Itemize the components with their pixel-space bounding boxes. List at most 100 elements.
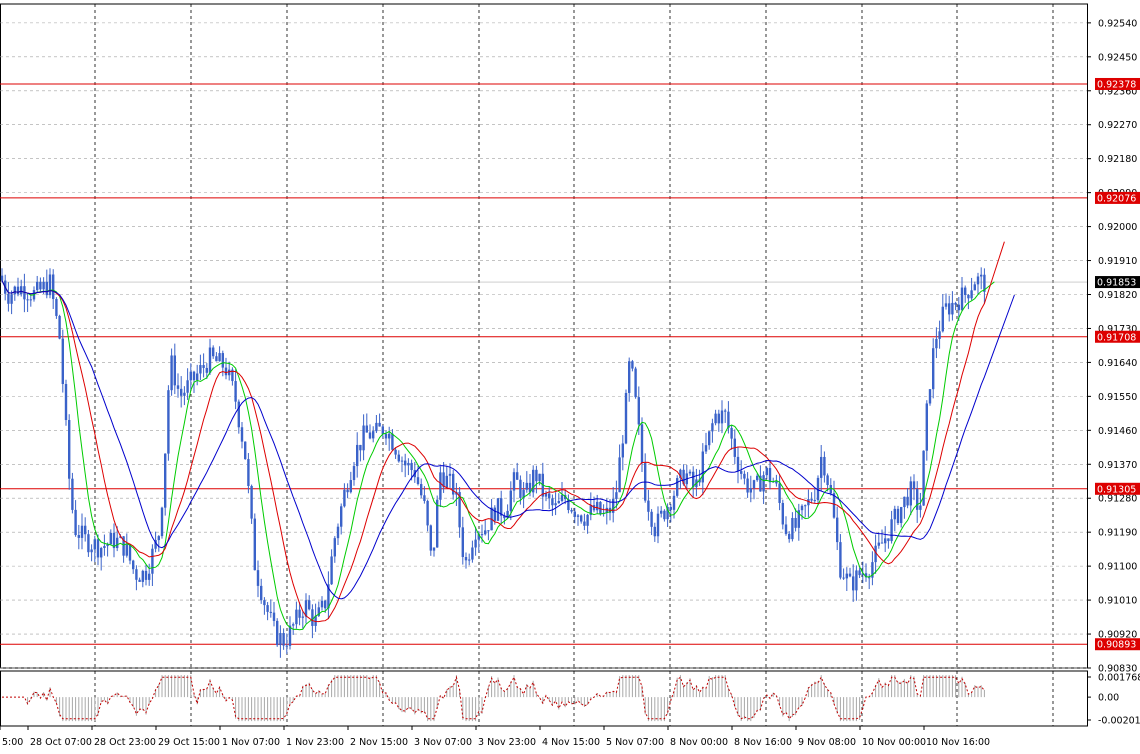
candle-body [87,534,90,553]
price-tick-label: 0.91370 [1098,460,1137,471]
candle-body [634,368,637,398]
osc-tick-label: 0.001768 [1098,673,1140,684]
candle-body [320,600,324,608]
candle-body [448,473,452,476]
candle-body [951,302,954,315]
candle-body [464,557,468,561]
time-tick-label: 5 Nov 07:00 [606,737,664,748]
candle-body [308,600,311,610]
candle-body [474,539,477,548]
price-tick-label: 0.91640 [1098,358,1137,369]
vertical-grid [94,4,1054,726]
price-tick-label: 0.91280 [1098,494,1137,505]
candle-body [618,457,621,493]
candle-body [752,480,756,489]
candle-body [439,472,442,500]
price-tick-label: 0.91190 [1098,528,1137,539]
candle-body [868,577,871,579]
time-tick-label: 10 Nov 00:00 [862,737,926,748]
candle-body [701,451,704,483]
candle-body [916,488,919,510]
candle-body [964,287,967,295]
candle-body [410,462,413,471]
candle-body [436,499,439,548]
candle-body [135,569,138,580]
price-chart[interactable]: 0.925400.924500.923600.922700.921800.920… [0,0,1140,754]
candle-body [967,294,970,299]
candle-body [58,315,61,339]
candle-body [416,477,420,485]
candle-body [810,499,813,501]
candle-body [170,355,173,391]
candle-body [260,585,263,601]
candle-body [244,441,247,460]
candle-body [52,274,55,299]
candle-body [631,361,634,369]
candle-body [970,290,973,299]
time-tick-label: 28 Oct 07:00 [30,737,92,748]
candle-body [573,511,576,517]
candle-body [557,501,560,504]
level-label: 0.90893 [1097,640,1136,651]
candle-body [708,431,711,446]
time-tick-label: 3 Nov 23:00 [478,737,536,748]
candle-body [740,471,743,474]
candle-body [919,505,922,510]
candle-body [378,422,381,427]
candle-body [896,508,900,524]
candle-body [186,380,189,393]
candle-body [612,499,615,513]
chart-window: 0.92540 0.92450 0.92360 0.92270 0.92180 0.920… [0,0,1140,754]
candle-body [624,392,628,444]
candle-body [848,573,852,577]
candle-body [218,353,221,362]
price-tick-label: 0.91010 [1098,596,1137,607]
candle-body [148,573,151,580]
candle-body [84,525,87,535]
candle-body [663,510,666,520]
candle-body [336,526,340,539]
candle-body [570,510,573,512]
candle-body [391,433,394,450]
candle-body [516,472,519,480]
time-tick-label: 28 Oct 23:00 [94,737,156,748]
candle-body [583,521,586,526]
candle-body [762,475,765,492]
candle-body [932,348,935,390]
candle-body [13,286,16,295]
candle-body [730,427,733,439]
candle-body [180,388,183,396]
candle-body [554,503,557,506]
candle-body [407,462,410,466]
candle-body [660,510,663,514]
candle-body [903,496,906,508]
candle-body [535,469,538,482]
candle-body [109,532,112,545]
candle-body [80,525,84,538]
candle-body [736,456,740,472]
candle-body [941,306,944,332]
candle-body [544,493,548,497]
candle-body [704,445,708,452]
osc-tick-label: -0.002011 [1098,716,1140,727]
candle-body [324,600,327,609]
candle-body [724,410,727,412]
candle-body [957,304,960,311]
candle-body [976,276,980,285]
candle-body [538,473,541,482]
candle-body [445,475,448,488]
candle-body [720,410,724,424]
candle-body [714,413,717,424]
candle-body [205,367,208,373]
candle-body [372,431,375,439]
oscillator-frame [0,670,1088,727]
candle-body [340,506,343,527]
candle-body [688,471,692,474]
candle-body [890,519,893,542]
candle-body [429,525,432,551]
candle-body [973,284,976,291]
candle-body [804,505,807,507]
candle-body [132,560,135,570]
candle-body [208,347,212,373]
candle-body [551,498,554,506]
